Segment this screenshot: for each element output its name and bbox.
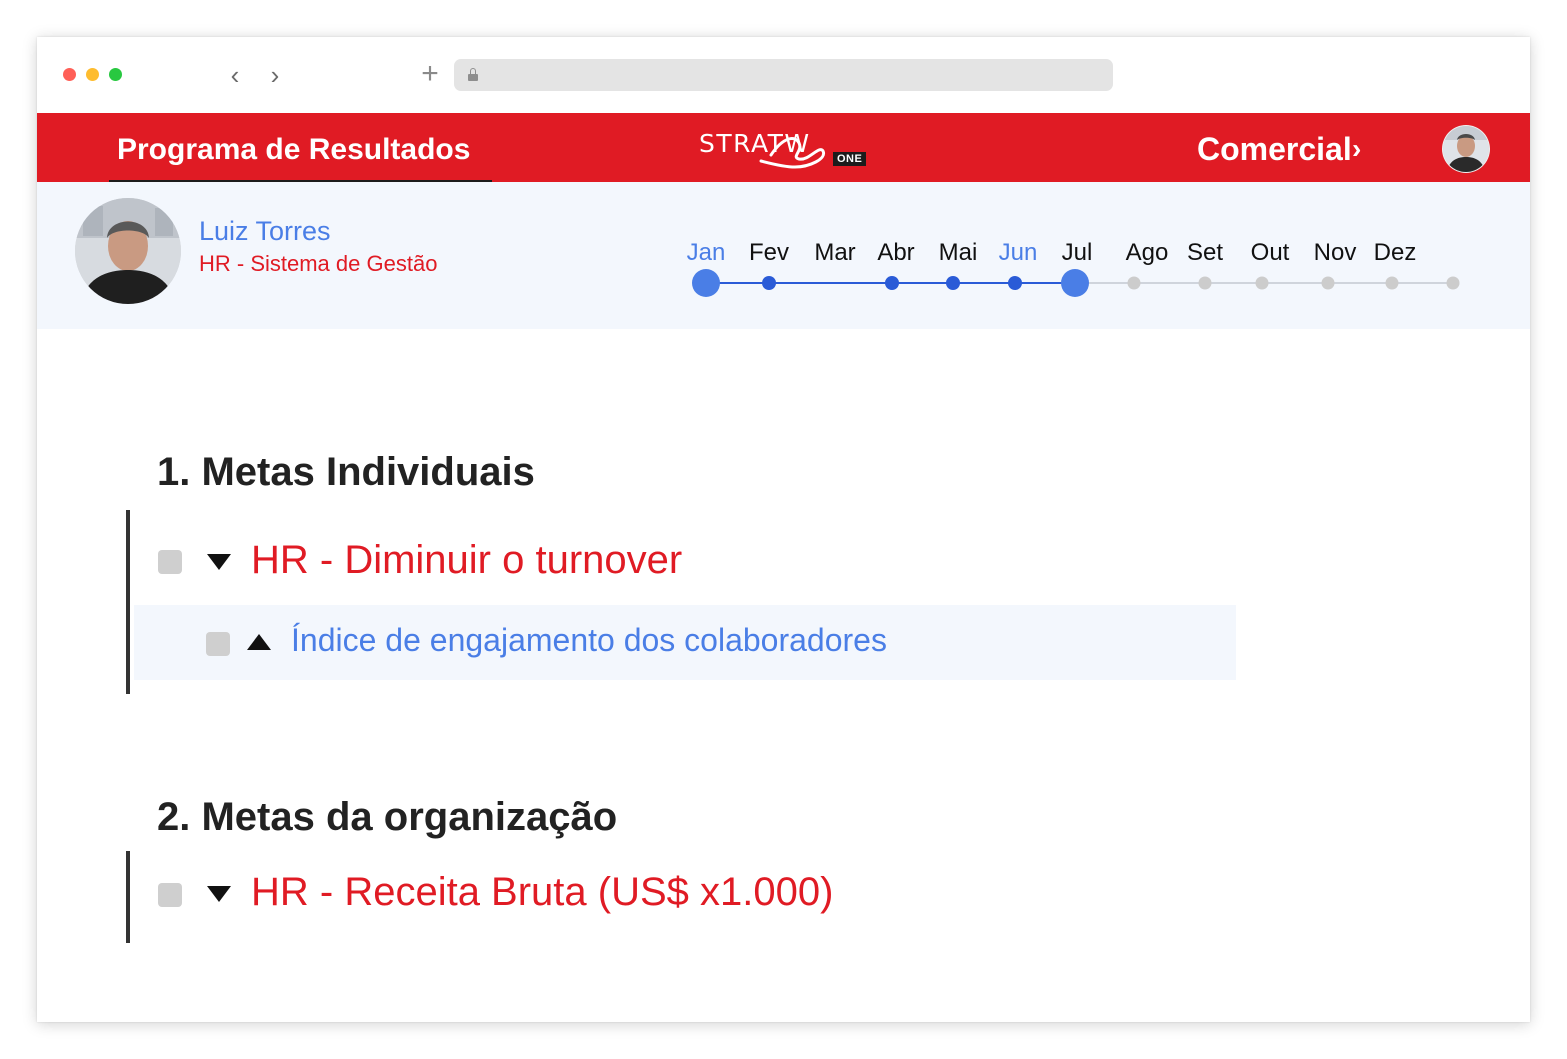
month-label-mar[interactable]: Mar [814, 239, 855, 267]
month-label-nov[interactable]: Nov [1314, 239, 1357, 267]
app-header: Programa de Resultados STRATW ONE Comerc… [37, 113, 1530, 184]
section-title-organization: 2. Metas da organização [157, 795, 618, 839]
lock-icon [468, 68, 478, 81]
month-label-fev[interactable]: Fev [749, 239, 789, 267]
browser-toolbar: ‹ › + [37, 37, 1530, 113]
timeline-connector [1392, 282, 1453, 284]
month-dot[interactable] [885, 276, 899, 290]
month-label-set[interactable]: Set [1187, 239, 1223, 267]
header-user-avatar[interactable] [1442, 125, 1490, 173]
timeline-connector [835, 282, 892, 284]
month-dot[interactable] [762, 276, 776, 290]
kpi-row[interactable]: Índice de engajamento dos colaboradores [134, 605, 1236, 680]
month-label-dez[interactable]: Dez [1374, 239, 1417, 267]
month-label-out[interactable]: Out [1251, 239, 1290, 267]
timeline-connector [1328, 282, 1392, 284]
trend-triangle-up-icon [247, 634, 271, 650]
month-label-jun[interactable]: Jun [999, 239, 1038, 267]
chevron-right-icon[interactable]: › [1352, 133, 1361, 165]
timeline-connector [1262, 282, 1328, 284]
month-label-jan[interactable]: Jan [687, 239, 726, 267]
month-label-ago[interactable]: Ago [1126, 239, 1169, 267]
timeline-connector [1205, 282, 1262, 284]
month-dot[interactable] [1198, 276, 1212, 290]
address-bar[interactable] [454, 59, 1113, 91]
area-link-comercial[interactable]: Comercial [1197, 131, 1352, 167]
month-dot[interactable] [1321, 276, 1335, 290]
section-title-individual: 1. Metas Individuais [157, 450, 535, 494]
avatar-portrait-icon [1443, 126, 1489, 172]
timeline-connector [769, 282, 835, 284]
goal-group-marker [126, 510, 130, 694]
timeline-connector [1134, 282, 1205, 284]
logo-swoosh-icon [759, 137, 825, 169]
month-dot[interactable] [692, 269, 720, 297]
goal-group-marker [126, 851, 130, 943]
goal-checkbox[interactable] [158, 550, 182, 574]
month-dot[interactable] [1385, 276, 1399, 290]
back-arrow-icon[interactable]: ‹ [222, 61, 248, 89]
close-window-button[interactable] [63, 68, 76, 81]
month-dot[interactable] [946, 276, 960, 290]
month-timeline: Jan Fev Mar Abr Mai Jun Jul Ago Set Out Nov Dez [37, 182, 1530, 329]
collapse-triangle-down-icon[interactable] [207, 886, 231, 902]
minimize-window-button[interactable] [86, 68, 99, 81]
timeline-connector [953, 282, 1015, 284]
stratws-one-logo[interactable]: STRATW ONE [699, 127, 869, 173]
month-label-mai[interactable]: Mai [939, 239, 978, 267]
browser-window: ‹ › + Programa de Resultados STRATW ONE … [37, 37, 1530, 1022]
program-title-tab[interactable]: Programa de Resultados [117, 133, 470, 167]
goal-checkbox[interactable] [158, 883, 182, 907]
goal-title-turnover[interactable]: HR - Diminuir o turnover [251, 537, 682, 583]
forward-arrow-icon[interactable]: › [262, 61, 288, 89]
month-dot[interactable] [1446, 276, 1460, 290]
month-dot[interactable] [1255, 276, 1269, 290]
goals-content: 1. Metas Individuais HR - Diminuir o tur… [37, 329, 1530, 1022]
month-dot[interactable] [1008, 276, 1022, 290]
user-strip: Luiz Torres HR - Sistema de Gestão Jan Fe… [37, 182, 1530, 329]
timeline-connector [892, 282, 953, 284]
month-dot[interactable] [1061, 269, 1089, 297]
kpi-checkbox[interactable] [206, 632, 230, 656]
month-label-abr[interactable]: Abr [877, 239, 914, 267]
maximize-window-button[interactable] [109, 68, 122, 81]
kpi-title-engagement[interactable]: Índice de engajamento dos colaboradores [291, 621, 887, 659]
collapse-triangle-down-icon[interactable] [207, 554, 231, 570]
month-label-jul[interactable]: Jul [1062, 239, 1093, 267]
month-dot[interactable] [1127, 276, 1141, 290]
goal-title-receita[interactable]: HR - Receita Bruta (US$ x1.000) [251, 869, 833, 915]
new-tab-plus-icon[interactable]: + [416, 59, 444, 89]
logo-badge: ONE [833, 152, 867, 166]
